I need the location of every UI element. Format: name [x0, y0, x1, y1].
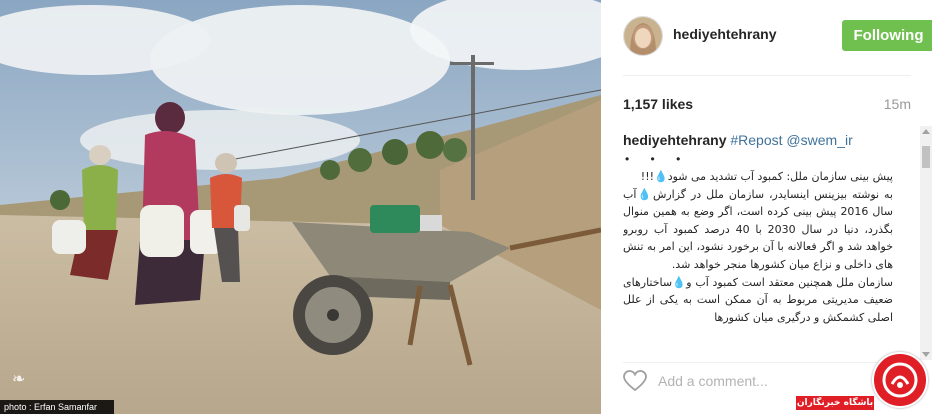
post-photo: ❧ photo : Erfan Samanfar — [0, 0, 601, 414]
caption-scrollbar[interactable] — [920, 126, 932, 360]
caption-text: پیش بینی سازمان ملل: کمبود آب تشدید می ش… — [623, 168, 893, 326]
caption-paragraph: سازمان ملل همچنین معتقد است کمبود آب و💧س… — [623, 275, 893, 324]
post-sidebar: hediyehtehrany Following 1,157 likes 15m… — [601, 0, 932, 414]
caption-paragraph: پیش بینی سازمان ملل: کمبود آب تشدید می ش… — [640, 170, 893, 183]
svg-text:❧: ❧ — [12, 369, 25, 388]
scroll-thumb[interactable] — [922, 146, 930, 168]
logo-emblem-icon — [872, 352, 928, 408]
mention-link[interactable]: @swem_ir — [786, 132, 852, 148]
avatar-image — [624, 17, 662, 55]
caption-username[interactable]: hediyehtehrany — [623, 132, 726, 148]
scroll-up-arrow-icon[interactable] — [922, 129, 930, 134]
logo-label: باشگاه خبرنگاران — [796, 396, 874, 410]
avatar[interactable] — [623, 16, 663, 56]
photo-credit: photo : Erfan Samanfar — [0, 400, 114, 414]
add-comment-input[interactable]: Add a comment... — [658, 373, 768, 389]
caption: hediyehtehrany #Repost @swem_ir • • • پی… — [623, 132, 893, 358]
post-time[interactable]: 15m — [884, 96, 911, 112]
repost-hashtag[interactable]: #Repost — [730, 132, 782, 148]
divider — [623, 75, 911, 76]
photo-scene: ❧ — [0, 0, 601, 414]
caption-dots: • • • — [625, 152, 690, 166]
likes-count[interactable]: 1,157 likes — [623, 96, 693, 112]
news-agency-logo: باشگاه خبرنگاران — [796, 352, 932, 414]
caption-paragraph: به نوشته بیزینس اینسایدر، سازمان ملل در … — [623, 187, 893, 271]
post-header: hediyehtehrany Following — [623, 14, 932, 58]
following-button[interactable]: Following — [842, 20, 932, 51]
username[interactable]: hediyehtehrany — [673, 26, 776, 42]
caption-header: hediyehtehrany #Repost @swem_ir — [623, 132, 893, 148]
like-heart-icon[interactable] — [623, 370, 647, 397]
